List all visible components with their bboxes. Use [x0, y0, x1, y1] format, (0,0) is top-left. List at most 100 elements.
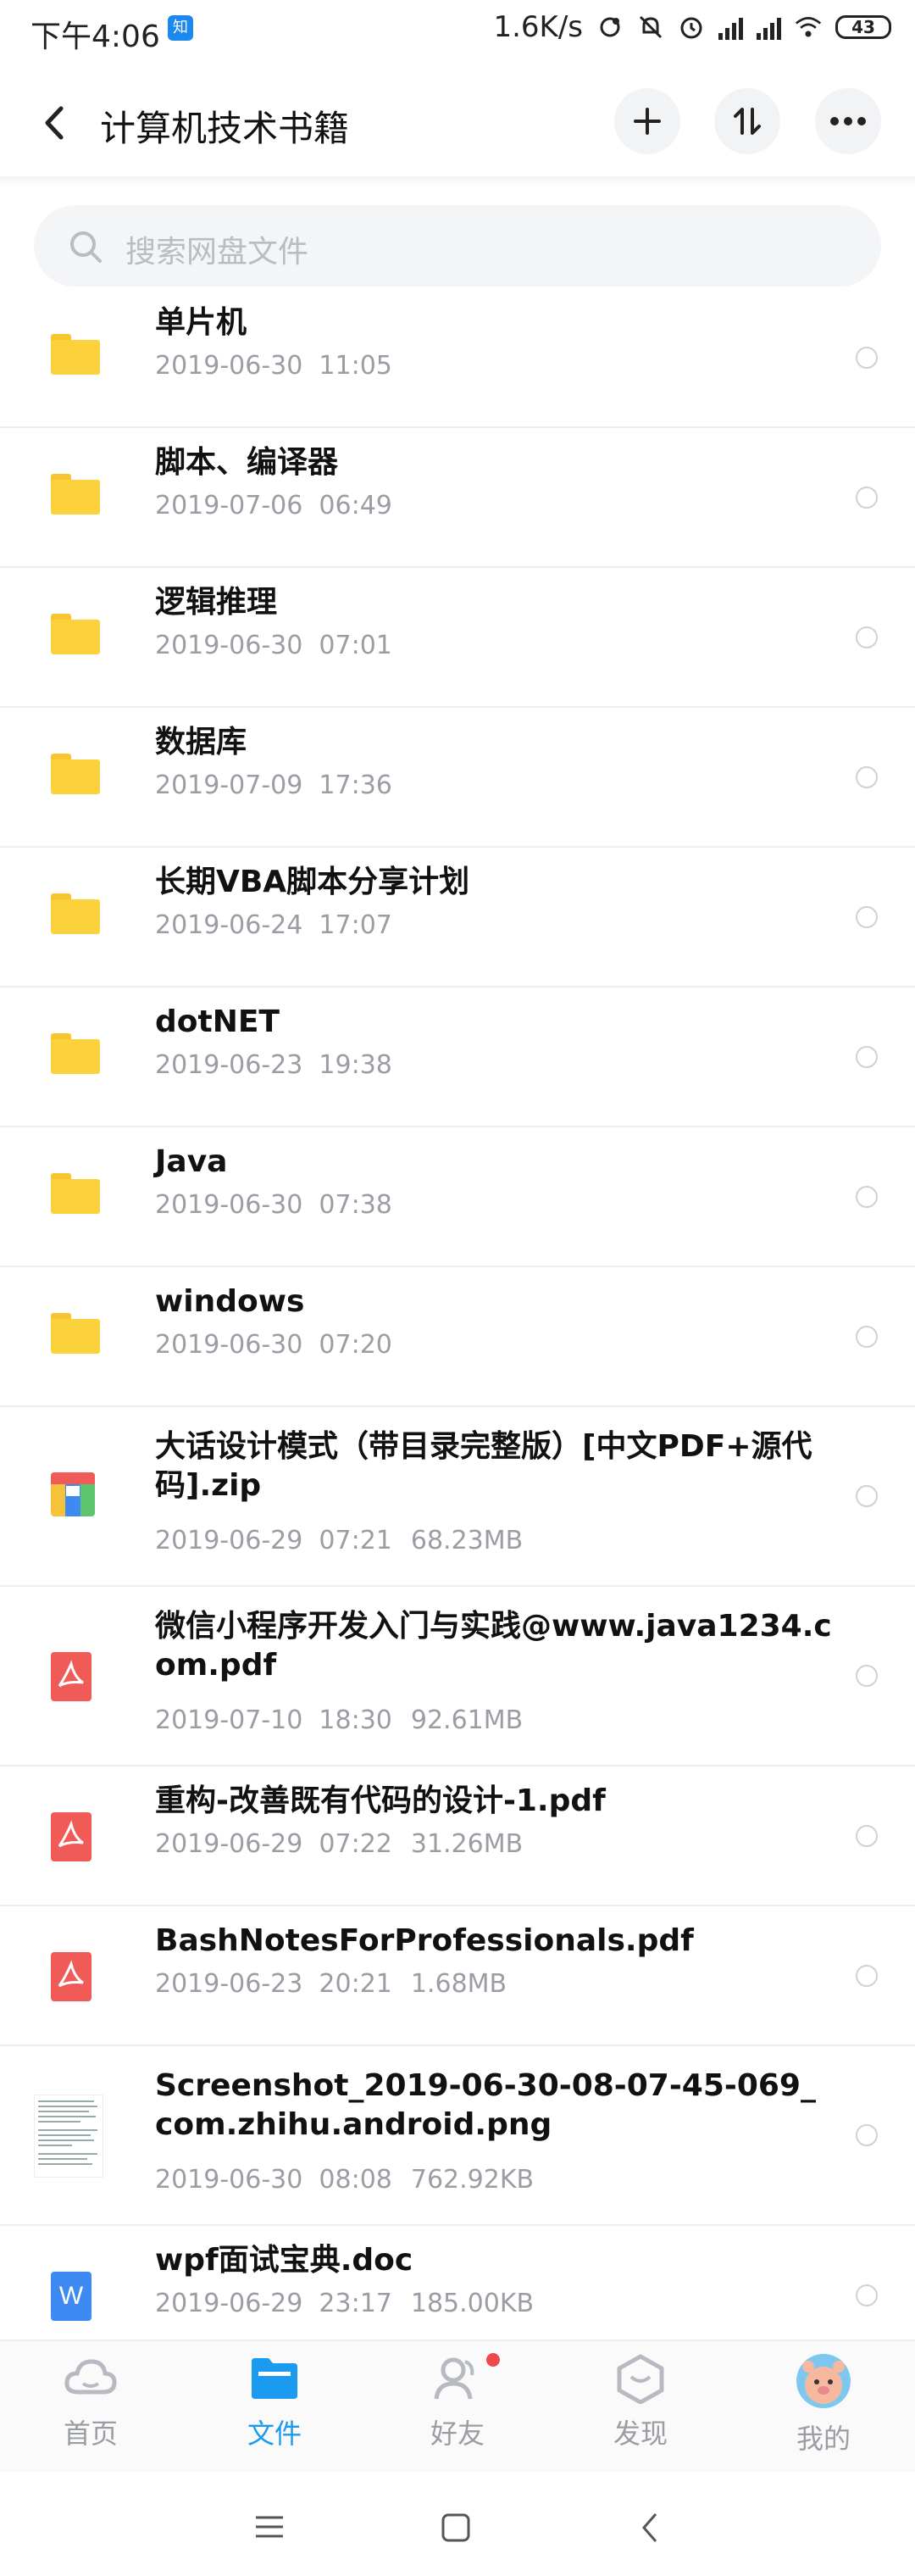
list-item[interactable]: 数据库 2019-07-09 17:36: [0, 708, 915, 848]
select-radio[interactable]: [856, 1485, 878, 1507]
list-item[interactable]: 逻辑推理 2019-06-30 07:01: [0, 568, 915, 708]
folder-icon: [51, 1172, 100, 1214]
select-radio[interactable]: [856, 1665, 878, 1687]
wifi-icon: [795, 14, 822, 41]
file-date: 2019-07-06 06:49: [155, 491, 392, 520]
word-file-icon: W: [51, 2271, 92, 2321]
file-size: 1.68MB: [410, 1969, 507, 1999]
tab-home[interactable]: 首页: [31, 2353, 150, 2451]
select-radio[interactable]: [856, 486, 878, 509]
file-name: 数据库: [155, 725, 247, 759]
file-date: 2019-06-29 07:21: [155, 1526, 392, 1555]
select-radio[interactable]: [856, 346, 878, 369]
back-button[interactable]: [34, 102, 76, 144]
file-name: 逻辑推理: [155, 585, 278, 620]
file-size: 92.61MB: [410, 1705, 524, 1735]
recents-button[interactable]: [252, 2514, 286, 2543]
header-divider: [0, 176, 915, 188]
list-item[interactable]: Java 2019-06-30 07:38: [0, 1127, 915, 1267]
file-name: 单片机: [155, 305, 247, 340]
file-meta: 2019-06-30 07:01: [155, 631, 392, 660]
list-item[interactable]: 重构-改善既有代码的设计-1.pdf 2019-06-29 07:22 31.26M…: [0, 1766, 915, 1906]
menu-icon: [256, 2516, 283, 2538]
file-size: 762.92KB: [410, 2165, 535, 2195]
signal-icon-1: [718, 14, 743, 40]
bottom-tab-bar: 首页 文件 好友 发现 我的: [0, 2340, 915, 2472]
file-name: BashNotesForProfessionals.pdf: [155, 1923, 694, 1958]
list-item[interactable]: 微信小程序开发入门与实践@www.java1234.com.pdf 2019-07…: [0, 1587, 915, 1766]
notification-dot: [486, 2353, 500, 2367]
file-date: 2019-06-30 08:08: [155, 2165, 392, 2195]
status-bar: 下午4:06 知 1.6K/s 43: [0, 0, 915, 59]
system-back-button[interactable]: [637, 2511, 663, 2548]
file-meta: 2019-06-29 23:17 185.00KB: [155, 2289, 534, 2318]
select-radio[interactable]: [856, 2284, 878, 2306]
file-date: 2019-06-29 23:17: [155, 2289, 392, 2318]
friends-icon: [434, 2357, 474, 2400]
select-radio[interactable]: [856, 1045, 878, 1068]
battery-icon: 43: [835, 15, 891, 39]
file-meta: 2019-06-23 19:38: [155, 1050, 392, 1080]
file-date: 2019-06-23 20:21: [155, 1969, 392, 1999]
file-list: 单片机 2019-06-30 11:05 脚本、编译器 2019-07-06 06:4…: [0, 288, 915, 2366]
tab-me[interactable]: 我的: [764, 2353, 883, 2456]
pdf-file-icon: [51, 1652, 92, 1701]
page-title: 计算机技术书籍: [100, 108, 350, 149]
tab-discover-label: 发现: [613, 2417, 668, 2450]
file-name: 长期VBA脚本分享计划: [155, 865, 470, 899]
list-item[interactable]: 单片机 2019-06-30 11:05: [0, 288, 915, 428]
cloud-icon: [64, 2359, 117, 2395]
folder-icon: [51, 893, 100, 934]
sync-icon: [596, 14, 624, 41]
tab-me-label: 我的: [796, 2423, 851, 2455]
select-radio[interactable]: [856, 1964, 878, 1987]
file-name: wpf面试宝典.doc: [155, 2243, 413, 2278]
system-navigation-bar: [0, 2472, 915, 2576]
tab-discover[interactable]: 发现: [581, 2353, 700, 2451]
list-item[interactable]: 大话设计模式（带目录完整版）[中文PDF+源代码].zip 2019-06-29 …: [0, 1407, 915, 1587]
discover-icon: [617, 2354, 664, 2405]
home-button[interactable]: [441, 2512, 471, 2546]
list-item[interactable]: 脚本、编译器 2019-07-06 06:49: [0, 428, 915, 568]
select-radio[interactable]: [856, 626, 878, 648]
more-button[interactable]: [815, 88, 881, 154]
zip-file-icon: [51, 1472, 95, 1516]
mute-icon: [637, 14, 664, 41]
list-item[interactable]: BashNotesForProfessionals.pdf 2019-06-23 …: [0, 1906, 915, 2046]
select-radio[interactable]: [856, 1325, 878, 1348]
list-item[interactable]: Screenshot_2019-06-30-08-07-45-069_com.z…: [0, 2046, 915, 2226]
select-radio[interactable]: [856, 765, 878, 788]
tab-files[interactable]: 文件: [215, 2353, 334, 2451]
list-item[interactable]: dotNET 2019-06-23 19:38: [0, 988, 915, 1127]
search-placeholder: 搜索网盘文件: [125, 235, 309, 270]
file-meta: 2019-06-24 17:07: [155, 910, 392, 940]
file-meta: 2019-07-06 06:49: [155, 491, 392, 520]
file-name: dotNET: [155, 1004, 280, 1039]
file-size: 185.00KB: [410, 2289, 535, 2318]
more-icon: [830, 117, 866, 125]
file-meta: 2019-06-30 07:20: [155, 1330, 392, 1360]
avatar-icon: [796, 2354, 851, 2408]
zhihu-app-icon: 知: [168, 15, 193, 41]
sort-button[interactable]: [714, 88, 780, 154]
folder-icon: [252, 2358, 297, 2399]
pdf-file-icon: [51, 1951, 92, 2001]
list-item[interactable]: windows 2019-06-30 07:20: [0, 1267, 915, 1407]
file-date: 2019-06-30 11:05: [155, 351, 392, 381]
search-input[interactable]: 搜索网盘文件: [34, 205, 881, 287]
select-radio[interactable]: [856, 1824, 878, 1847]
select-radio[interactable]: [856, 2124, 878, 2146]
list-item[interactable]: 长期VBA脚本分享计划 2019-06-24 17:07: [0, 848, 915, 988]
tab-friends-label: 好友: [430, 2417, 485, 2450]
select-radio[interactable]: [856, 905, 878, 928]
file-date: 2019-06-30 07:20: [155, 1330, 392, 1360]
file-name: 微信小程序开发入门与实践@www.java1234.com.pdf: [155, 1609, 832, 1683]
add-button[interactable]: [614, 88, 680, 154]
file-name: 脚本、编译器: [155, 445, 339, 480]
tab-friends[interactable]: 好友: [398, 2353, 517, 2451]
folder-icon: [51, 753, 100, 794]
pdf-file-icon: [51, 1811, 92, 1861]
select-radio[interactable]: [856, 1185, 878, 1208]
file-name: Screenshot_2019-06-30-08-07-45-069_com.z…: [155, 2068, 816, 2142]
folder-icon: [51, 613, 100, 654]
